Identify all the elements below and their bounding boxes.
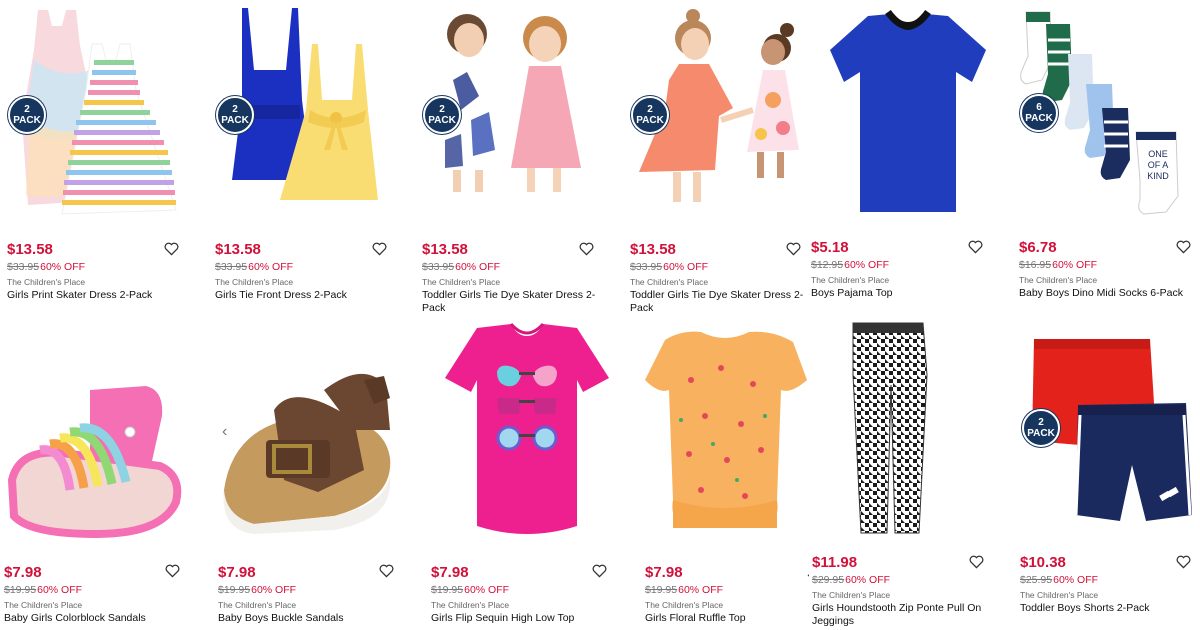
sale-price: $13.58 (422, 241, 468, 258)
product-name[interactable]: Boys Pajama Top (811, 287, 1008, 300)
product-name[interactable]: Toddler Boys Shorts 2-Pack (1020, 602, 1200, 615)
discount-label: 60% OFF (1053, 574, 1099, 586)
original-price: $33.95 (7, 261, 40, 273)
brand-name: The Children's Place (811, 275, 890, 285)
original-price: $29.95 (812, 574, 845, 586)
discount-label: 60% OFF (663, 261, 709, 273)
product-image[interactable] (641, 320, 809, 555)
sale-price: $7.98 (645, 564, 683, 581)
product-card[interactable]: $5.18 $12.9560% OFF The Children's Place… (808, 0, 1008, 315)
product-card[interactable]: ONE OF A KIND 6 PACK $6.78 $16.9560% OFF … (1012, 0, 1200, 315)
brand-name: The Children's Place (218, 600, 297, 610)
discount-label: 60% OFF (844, 259, 890, 271)
sale-price: $13.58 (215, 241, 261, 258)
discount-label: 60% OFF (845, 574, 891, 586)
sale-price: $7.98 (431, 564, 469, 581)
product-card[interactable]: ‹ $7.98 $19.9560% OFF The Children's Pla… (214, 320, 414, 630)
product-name[interactable]: Baby Girls Colorblock Sandals (4, 612, 205, 625)
sale-price: $7.98 (218, 564, 256, 581)
sale-price: $7.98 (4, 564, 42, 581)
product-card[interactable]: 2 PACK $13.58 $33.9560% OFF The Children'… (623, 0, 808, 315)
product-card[interactable]: 2 PACK $10.38 $25.9560% OFF The Children'… (1016, 315, 1200, 630)
product-card[interactable]: $7.98 $19.9560% OFF The Children's Place… (641, 320, 809, 630)
original-price: $19.95 (218, 584, 251, 596)
product-card[interactable]: $7.98 $19.9560% OFF The Children's Place… (0, 320, 205, 630)
brand-name: The Children's Place (1019, 275, 1098, 285)
product-image[interactable] (214, 320, 414, 555)
brand-name: The Children's Place (812, 590, 891, 600)
discount-label: 60% OFF (455, 261, 501, 273)
brand-name: The Children's Place (1020, 590, 1099, 600)
product-name[interactable]: Girls Print Skater Dress 2-Pack (7, 289, 200, 302)
product-image[interactable] (0, 320, 205, 555)
brand-name: The Children's Place (422, 277, 501, 287)
chevron-left-icon[interactable]: ‹ (222, 424, 227, 440)
product-card[interactable]: 2 PACK $13.58 $33.9560% OFF The Children'… (0, 0, 200, 315)
original-price: $16.95 (1019, 259, 1052, 271)
original-price: $33.95 (215, 261, 248, 273)
discount-label: 60% OFF (1052, 259, 1098, 271)
sale-price: $6.78 (1019, 239, 1057, 256)
original-price: $19.95 (431, 584, 464, 596)
product-name[interactable]: Girls Flip Sequin High Low Top (431, 612, 627, 625)
brand-name: The Children's Place (215, 277, 294, 287)
product-name[interactable]: Girls Houndstooth Zip Ponte Pull On Jegg… (812, 602, 992, 628)
product-card[interactable]: $7.98 $19.9560% OFF The Children's Place… (427, 320, 627, 630)
product-name[interactable]: Toddler Girls Tie Dye Skater Dress 2-Pac… (630, 289, 804, 315)
original-price: $19.95 (645, 584, 678, 596)
pack-badge: 2 PACK (216, 96, 254, 134)
original-price: $33.95 (422, 261, 455, 273)
discount-label: 60% OFF (40, 261, 86, 273)
original-price: $19.95 (4, 584, 37, 596)
sale-price: $13.58 (7, 241, 53, 258)
product-card[interactable]: $11.98 $29.9560% OFF The Children's Plac… (809, 315, 1009, 630)
product-name[interactable]: Girls Tie Front Dress 2-Pack (215, 289, 408, 302)
product-image[interactable] (427, 320, 627, 555)
original-price: $12.95 (811, 259, 844, 271)
pack-badge: 6 PACK (1020, 94, 1058, 132)
product-image[interactable] (809, 315, 1009, 545)
original-price: $25.95 (1020, 574, 1053, 586)
sale-price: $11.98 (812, 554, 858, 571)
discount-label: 60% OFF (37, 584, 83, 596)
product-image[interactable] (808, 0, 1008, 230)
product-name[interactable]: Baby Boys Buckle Sandals (218, 612, 414, 625)
brand-name: The Children's Place (630, 277, 709, 287)
pack-badge: 2 PACK (1022, 409, 1060, 447)
brand-name: The Children's Place (4, 600, 83, 610)
pack-badge: 2 PACK (8, 96, 46, 134)
product-card[interactable]: 2 PACK $13.58 $33.9560% OFF The Children'… (208, 0, 408, 315)
sale-price: $5.18 (811, 239, 849, 256)
discount-label: 60% OFF (464, 584, 510, 596)
sock-print-text: OF A (1148, 160, 1169, 170)
original-price: $33.95 (630, 261, 663, 273)
discount-label: 60% OFF (251, 584, 297, 596)
pack-badge: 2 PACK (631, 96, 669, 134)
sale-price: $10.38 (1020, 554, 1066, 571)
product-card[interactable]: 2 PACK $13.58 $33.9560% OFF The Children'… (415, 0, 615, 315)
product-name[interactable]: Girls Floral Ruffle Top (645, 612, 809, 625)
discount-label: 60% OFF (248, 261, 294, 273)
brand-name: The Children's Place (431, 600, 510, 610)
brand-name: The Children's Place (645, 600, 724, 610)
brand-name: The Children's Place (7, 277, 86, 287)
sock-print-text: KIND (1147, 171, 1169, 181)
pack-badge: 2 PACK (423, 96, 461, 134)
product-name[interactable]: Toddler Girls Tie Dye Skater Dress 2-Pac… (422, 289, 602, 315)
product-name[interactable]: Baby Boys Dino Midi Socks 6-Pack (1019, 287, 1200, 300)
sock-print-text: ONE (1148, 149, 1168, 159)
discount-label: 60% OFF (678, 584, 724, 596)
sale-price: $13.58 (630, 241, 676, 258)
